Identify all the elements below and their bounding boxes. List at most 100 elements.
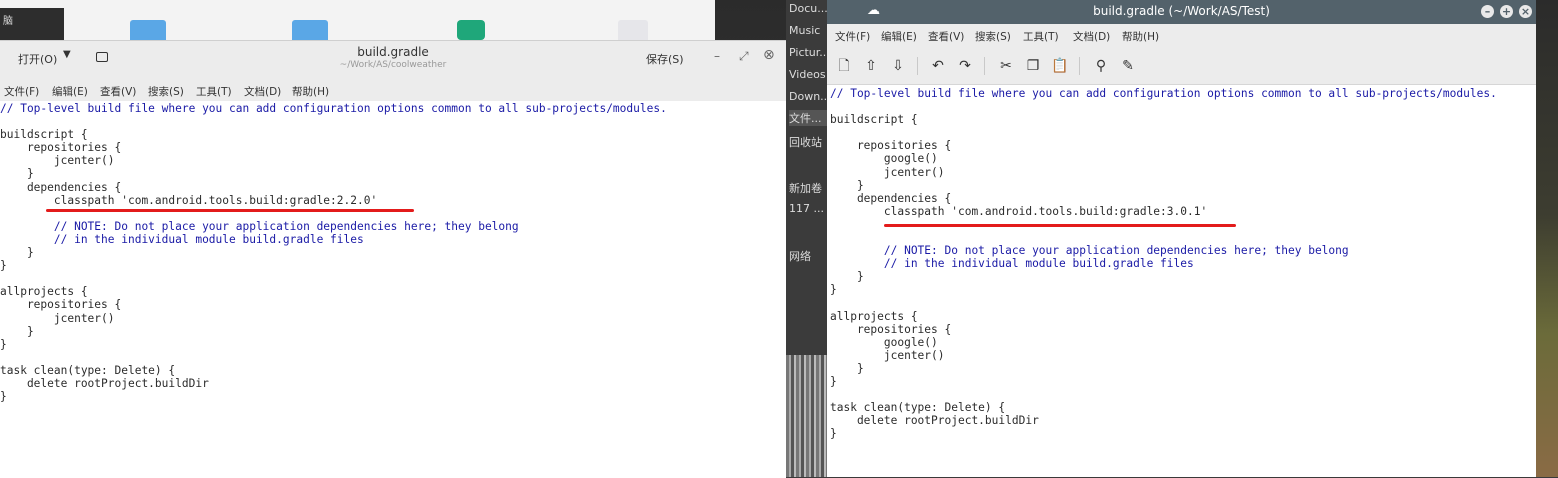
sidebar-item-videos[interactable]: Videos xyxy=(789,68,826,81)
code-line: allprojects { xyxy=(0,285,88,299)
code-line: } xyxy=(830,375,837,389)
menu-document[interactable]: 文档(D) xyxy=(1073,29,1110,44)
code-line: google() xyxy=(830,152,938,166)
toolbar-separator xyxy=(917,57,918,75)
menu-file[interactable]: 文件(F) xyxy=(835,29,870,44)
sidebar-item-documents[interactable]: Docu... xyxy=(789,2,828,15)
code-line-classpath: classpath 'com.android.tools.build:gradl… xyxy=(0,193,378,207)
menu-document[interactable]: 文档(D) xyxy=(244,84,281,99)
sidebar-item-new-volume[interactable]: 新加卷 xyxy=(789,180,822,196)
window-title: build.gradle (~/Work/AS/Test) xyxy=(1093,4,1270,18)
code-line: } xyxy=(830,178,864,192)
code-line: // in the individual module build.gradle… xyxy=(0,232,364,246)
code-line: repositories { xyxy=(830,322,952,336)
sidebar-item-trash[interactable]: 回收站 xyxy=(789,134,822,150)
menu-help[interactable]: 帮助(H) xyxy=(1122,29,1159,44)
menu-file[interactable]: 文件(F) xyxy=(4,84,39,99)
code-line: } xyxy=(830,427,837,441)
editor-window-right: ☁ build.gradle (~/Work/AS/Test) – + × 文件… xyxy=(827,0,1536,477)
code-line: repositories { xyxy=(830,139,952,153)
code-line: jcenter() xyxy=(830,348,945,362)
code-line: buildscript { xyxy=(830,113,918,127)
code-line: task clean(type: Delete) { xyxy=(0,363,176,377)
menu-bar: 文件(F) 编辑(E) 查看(V) 搜索(S) 工具(T) 文档(D) 帮助(H… xyxy=(0,79,786,101)
folder-icon[interactable] xyxy=(292,20,328,40)
toolbar: 🗋 ⇧ ⇩ ↶ ↷ ✂ ❐ 📋 ⚲ ✎ xyxy=(827,49,1536,85)
red-underline-annotation xyxy=(46,209,414,212)
code-line: jcenter() xyxy=(0,311,115,325)
code-line: // NOTE: Do not place your application d… xyxy=(0,219,519,233)
code-line: repositories { xyxy=(0,141,122,155)
code-line: jcenter() xyxy=(0,154,115,168)
menu-edit[interactable]: 编辑(E) xyxy=(881,29,917,44)
search-replace-icon[interactable]: ✎ xyxy=(1119,57,1137,75)
upload-icon[interactable]: ⇧ xyxy=(862,57,880,75)
code-line: } xyxy=(0,167,34,181)
copy-icon[interactable]: ❐ xyxy=(1024,57,1042,75)
minimize-icon[interactable]: – xyxy=(714,49,720,63)
menu-bar: 文件(F) 编辑(E) 查看(V) 搜索(S) 工具(T) 文档(D) 帮助(H… xyxy=(827,24,1536,49)
new-file-icon[interactable]: 🗋 xyxy=(835,57,853,75)
close-icon[interactable]: × xyxy=(1519,5,1532,18)
code-line: // NOTE: Do not place your application d… xyxy=(830,244,1349,258)
sidebar-item-volume-117[interactable]: 117 ... xyxy=(789,202,824,215)
code-line: } xyxy=(830,270,864,284)
minimize-icon[interactable]: – xyxy=(1481,5,1494,18)
code-line: } xyxy=(0,337,7,351)
code-line: // Top-level build file where you can ad… xyxy=(830,87,1497,100)
toolbar-separator xyxy=(1079,57,1080,75)
code-line: } xyxy=(0,246,34,260)
sidebar-item-pictures[interactable]: Pictur... xyxy=(789,46,830,59)
editor-window-left: 打开(O) ▼ build.gradle ~/Work/AS/coolweath… xyxy=(0,40,786,478)
download-icon[interactable]: ⇩ xyxy=(889,57,907,75)
maximize-icon[interactable]: + xyxy=(1500,5,1513,18)
menu-edit[interactable]: 编辑(E) xyxy=(52,84,88,99)
code-line: } xyxy=(0,259,7,273)
sidebar-item-network[interactable]: 网络 xyxy=(789,248,811,264)
header-bar: 打开(O) ▼ build.gradle ~/Work/AS/coolweath… xyxy=(0,41,786,79)
code-line: delete rootProject.buildDir xyxy=(0,376,209,390)
menu-tools[interactable]: 工具(T) xyxy=(1023,29,1059,44)
file-manager-sidebar-stub: 脑 xyxy=(0,8,64,40)
menu-help[interactable]: 帮助(H) xyxy=(292,84,329,99)
maximize-icon[interactable]: ⤢ xyxy=(739,49,749,64)
code-line: buildscript { xyxy=(0,128,88,142)
code-line: // Top-level build file where you can ad… xyxy=(0,102,667,115)
sidebar-item-filesystem[interactable]: 文件... xyxy=(789,110,827,126)
code-line: repositories { xyxy=(0,298,122,312)
toolbar-separator xyxy=(984,57,985,75)
document-file-icon[interactable] xyxy=(618,20,648,40)
menu-view[interactable]: 查看(V) xyxy=(928,29,964,44)
redo-icon[interactable]: ↷ xyxy=(956,57,974,75)
code-line: } xyxy=(830,361,864,375)
code-line: google() xyxy=(830,335,938,349)
red-underline-annotation xyxy=(884,224,1236,227)
folder-icon[interactable] xyxy=(130,20,166,40)
menu-view[interactable]: 查看(V) xyxy=(100,84,136,99)
code-editor[interactable]: // Top-level build file where you can ad… xyxy=(0,102,667,403)
wallpaper-texture xyxy=(786,355,828,477)
sidebar-item-music[interactable]: Music xyxy=(789,24,820,37)
sidebar-item-downloads[interactable]: Down... xyxy=(789,90,831,103)
code-line: } xyxy=(830,283,837,297)
cut-icon[interactable]: ✂ xyxy=(997,57,1015,75)
menu-search[interactable]: 搜索(S) xyxy=(148,84,184,99)
title-bar: ☁ build.gradle (~/Work/AS/Test) – + × xyxy=(827,0,1536,24)
code-line-classpath: classpath 'com.android.tools.build:gradl… xyxy=(830,204,1208,218)
undo-icon[interactable]: ↶ xyxy=(929,57,947,75)
paste-icon[interactable]: 📋 xyxy=(1051,57,1069,75)
close-icon[interactable]: ⊗ xyxy=(763,47,775,63)
sidebar-stub-label: 脑 xyxy=(3,16,13,27)
menu-tools[interactable]: 工具(T) xyxy=(196,84,232,99)
code-line: } xyxy=(0,390,7,404)
code-line: // in the individual module build.gradle… xyxy=(830,257,1194,271)
menu-search[interactable]: 搜索(S) xyxy=(975,29,1011,44)
save-button[interactable]: 保存(S) xyxy=(646,51,684,67)
search-icon[interactable]: ⚲ xyxy=(1092,57,1110,75)
code-line: allprojects { xyxy=(830,309,918,323)
spreadsheet-file-icon[interactable] xyxy=(457,20,485,40)
code-editor[interactable]: // Top-level build file where you can ad… xyxy=(830,87,1497,441)
wallpaper-strip xyxy=(1536,0,1558,477)
code-line: dependencies { xyxy=(0,180,122,194)
file-manager-background: 脑 xyxy=(0,0,720,40)
